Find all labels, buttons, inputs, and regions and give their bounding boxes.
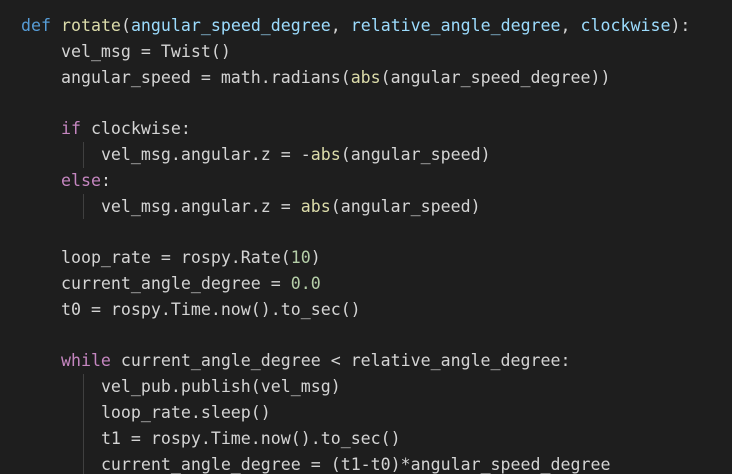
code-token: vel_msg.angular.z = - xyxy=(100,144,311,164)
code-token: if xyxy=(60,119,81,139)
code-token: , xyxy=(560,16,581,35)
code-line[interactable]: current_angle_degree = 0.0 xyxy=(21,271,732,297)
code-area[interactable]: def rotate(angular_speed_degree, relativ… xyxy=(21,13,732,474)
code-token: (angular_speed_degree)) xyxy=(380,67,611,87)
code-token: (angular_speed) xyxy=(340,144,491,164)
code-line[interactable]: def rotate(angular_speed_degree, relativ… xyxy=(21,13,732,39)
code-token: current_angle_degree < relative_angle_de… xyxy=(110,351,571,371)
code-token: (angular_speed) xyxy=(330,196,481,216)
code-token: vel_msg.angular.z = xyxy=(100,196,301,216)
code-token: abs xyxy=(300,196,331,216)
code-token: ): xyxy=(670,16,691,35)
code-token: current_angle_degree = xyxy=(60,273,291,293)
code-line[interactable]: while current_angle_degree < relative_an… xyxy=(21,348,732,374)
indent-guide xyxy=(83,193,84,220)
code-token: abs xyxy=(350,67,381,87)
code-token: ) xyxy=(310,248,321,268)
code-token: def xyxy=(21,16,51,35)
code-token: 10 xyxy=(290,248,311,268)
code-line[interactable]: t1 = rospy.Time.now().to_sec() xyxy=(21,425,732,452)
indent-guide xyxy=(83,425,84,452)
indent-guide xyxy=(83,374,84,400)
code-line[interactable]: loop_rate = rospy.Rate(10) xyxy=(21,245,732,271)
code-line[interactable]: if clockwise: xyxy=(21,116,732,142)
code-line[interactable]: t0 = rospy.Time.now().to_sec() xyxy=(21,297,732,323)
code-line[interactable]: vel_msg.angular.z = -abs(angular_speed) xyxy=(21,141,732,168)
code-line[interactable]: else: xyxy=(21,168,732,194)
code-token: rotate xyxy=(60,16,121,35)
code-token: relative_angle_degree xyxy=(350,16,561,35)
code-line[interactable]: current_angle_degree = (t1-t0)*angular_s… xyxy=(21,451,732,474)
code-token: clockwise: xyxy=(80,119,191,139)
code-token: current_angle_degree = (t1-t0)*angular_s… xyxy=(100,454,611,474)
code-line[interactable] xyxy=(21,219,732,245)
code-token: abs xyxy=(310,144,341,164)
code-line[interactable]: loop_rate.sleep() xyxy=(21,399,732,426)
code-token: angular_speed = math.radians( xyxy=(60,67,351,87)
code-token: t0 = rospy.Time.now().to_sec() xyxy=(60,299,361,319)
code-token: angular_speed_degree xyxy=(130,16,331,35)
code-token: loop_rate = rospy.Rate( xyxy=(60,248,291,268)
code-line[interactable]: vel_msg.angular.z = abs(angular_speed) xyxy=(21,193,732,220)
code-line[interactable] xyxy=(21,90,732,116)
indent-guide xyxy=(83,141,84,168)
code-token: else xyxy=(60,170,101,190)
code-token: , xyxy=(330,16,351,35)
code-line[interactable] xyxy=(21,323,732,349)
code-token: : xyxy=(100,170,111,190)
code-token: vel_pub.publish(vel_msg) xyxy=(100,377,341,397)
code-token: ( xyxy=(120,16,131,35)
code-token: clockwise xyxy=(580,16,671,35)
code-token: loop_rate.sleep() xyxy=(100,402,271,422)
code-line[interactable]: vel_pub.publish(vel_msg) xyxy=(21,374,732,400)
indent-guide xyxy=(83,451,84,474)
code-line[interactable]: vel_msg = Twist() xyxy=(21,39,732,65)
code-line[interactable]: angular_speed = math.radians(abs(angular… xyxy=(21,65,732,91)
code-token: while xyxy=(60,351,111,371)
code-editor[interactable]: def rotate(angular_speed_degree, relativ… xyxy=(0,0,732,474)
indent-guide xyxy=(83,399,84,426)
code-token: t1 = rospy.Time.now().to_sec() xyxy=(100,428,401,448)
code-token: 0.0 xyxy=(290,273,321,293)
code-token: vel_msg = Twist() xyxy=(60,41,231,61)
